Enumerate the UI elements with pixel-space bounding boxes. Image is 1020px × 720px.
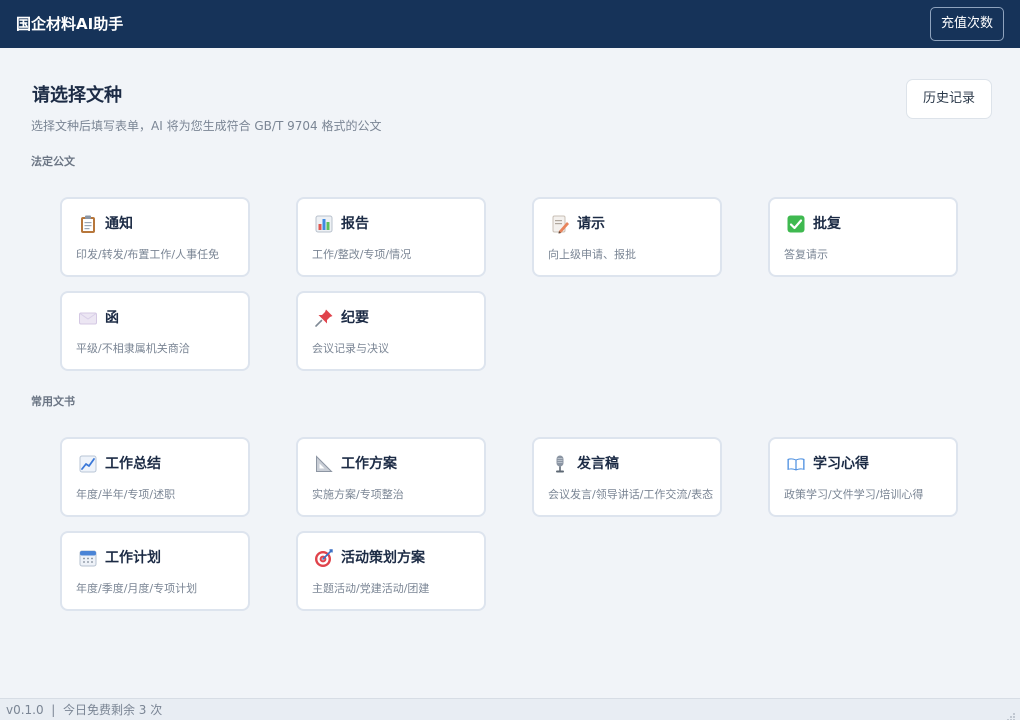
card-description: 工作/整改/专项/情况 [312, 248, 412, 261]
doc-type-card-work-plan-scheme[interactable]: 工作方案 实施方案/专项整治 [296, 437, 486, 517]
trend-chart-icon [78, 454, 98, 474]
page-title: 请选择文种 [32, 85, 122, 106]
doc-type-card-minutes[interactable]: 纪要 会议记录与决议 [296, 291, 486, 371]
card-title: 活动策划方案 [341, 550, 425, 566]
card-title: 纪要 [341, 310, 369, 326]
card-description: 年度/季度/月度/专项计划 [76, 582, 198, 595]
triangle-ruler-icon [314, 454, 334, 474]
doc-type-card-speech[interactable]: 发言稿 会议发言/领导讲话/工作交流/表态 [532, 437, 722, 517]
calendar-icon [78, 548, 98, 568]
clipboard-icon [78, 214, 98, 234]
check-mark-icon [786, 214, 806, 234]
card-description: 向上级申请、报批 [548, 248, 636, 261]
card-description: 会议发言/领导讲话/工作交流/表态 [548, 488, 714, 501]
bar-chart-icon [314, 214, 334, 234]
version-label: v0.1.0 | 今日免费剩余 3 次 [6, 702, 162, 718]
card-title: 通知 [105, 216, 133, 232]
doc-type-card-event-plan[interactable]: 活动策划方案 主题活动/党建活动/团建 [296, 531, 486, 611]
doc-type-card-notice[interactable]: 通知 印发/转发/布置工作/人事任免 [60, 197, 250, 277]
card-description: 政策学习/文件学习/培训心得 [784, 488, 924, 501]
card-description: 答复请示 [784, 248, 828, 261]
app-title: 国企材料AI助手 [16, 15, 124, 33]
free-quota-text: 今日免费剩余 3 次 [62, 703, 163, 717]
doc-type-card-work-summary[interactable]: 工作总结 年度/半年/专项/述职 [60, 437, 250, 517]
card-description: 印发/转发/布置工作/人事任免 [76, 248, 220, 261]
card-description: 主题活动/党建活动/团建 [312, 582, 430, 595]
resize-grip-icon[interactable] [1006, 707, 1016, 720]
card-title: 报告 [341, 216, 369, 232]
doc-type-card-study-notes[interactable]: 学习心得 政策学习/文件学习/培训心得 [768, 437, 958, 517]
microphone-icon [550, 454, 570, 474]
recharge-button[interactable]: 充值次数 [930, 7, 1004, 41]
history-button[interactable]: 历史记录 [906, 79, 992, 119]
doc-type-card-letter[interactable]: 函 平级/不相隶属机关商洽 [60, 291, 250, 371]
card-description: 平级/不相隶属机关商洽 [76, 342, 190, 355]
card-description: 会议记录与决议 [312, 342, 389, 355]
card-title: 工作方案 [341, 456, 397, 472]
doc-type-card-request[interactable]: 请示 向上级申请、报批 [532, 197, 722, 277]
card-title: 学习心得 [813, 456, 869, 472]
doc-type-card-reply[interactable]: 批复 答复请示 [768, 197, 958, 277]
section-title-common: 常用文书 [31, 395, 75, 408]
open-book-icon [786, 454, 806, 474]
envelope-icon [78, 308, 98, 328]
pushpin-icon [314, 308, 334, 328]
card-title: 发言稿 [577, 456, 619, 472]
card-title: 工作总结 [105, 456, 161, 472]
target-icon [314, 548, 334, 568]
status-bar: v0.1.0 | 今日免费剩余 3 次 [0, 698, 1020, 720]
doc-type-card-report[interactable]: 报告 工作/整改/专项/情况 [296, 197, 486, 277]
card-description: 年度/半年/专项/述职 [76, 488, 176, 501]
card-description: 实施方案/专项整治 [312, 488, 404, 501]
status-separator: | [51, 703, 56, 717]
card-title: 批复 [813, 216, 841, 232]
card-title: 请示 [577, 216, 605, 232]
memo-icon [550, 214, 570, 234]
doc-type-card-work-plan[interactable]: 工作计划 年度/季度/月度/专项计划 [60, 531, 250, 611]
card-title: 工作计划 [105, 550, 161, 566]
card-title: 函 [105, 310, 119, 326]
version-text: v0.1.0 [6, 703, 44, 717]
top-bar: 国企材料AI助手 充值次数 [0, 0, 1020, 48]
section-title-legal: 法定公文 [31, 155, 75, 168]
page-subtitle: 选择文种后填写表单，AI 将为您生成符合 GB/T 9704 格式的公文 [31, 119, 382, 133]
